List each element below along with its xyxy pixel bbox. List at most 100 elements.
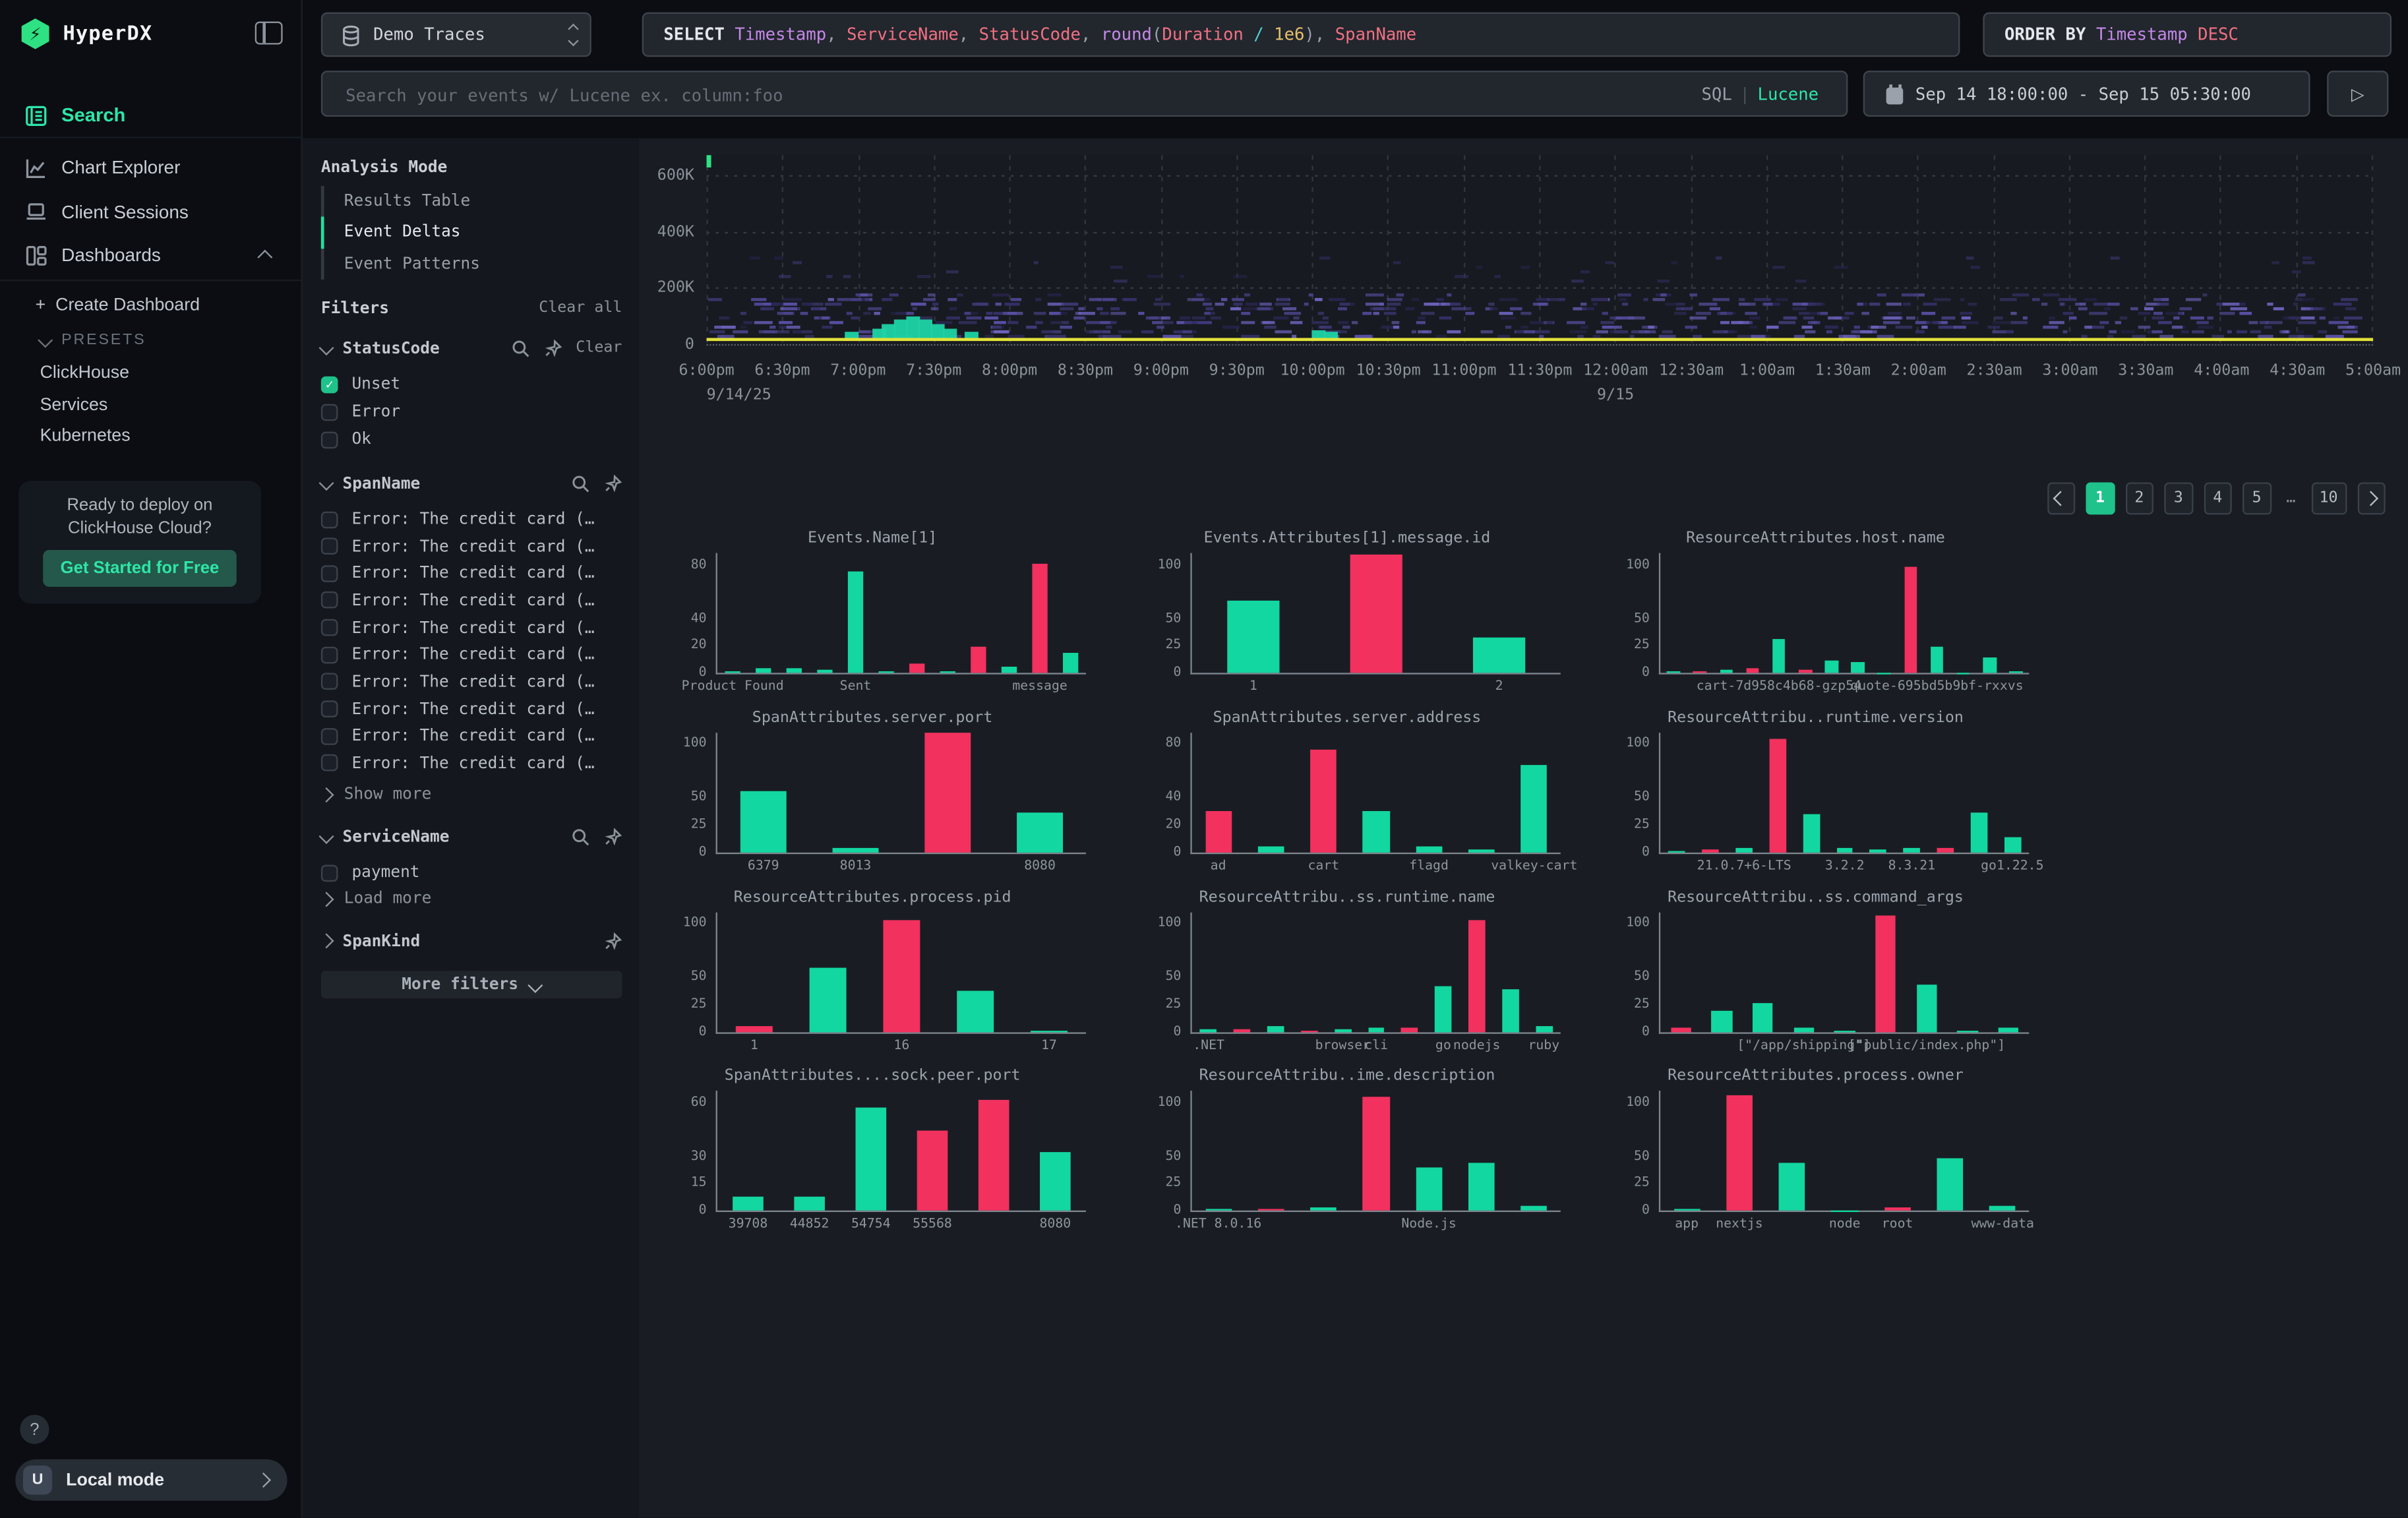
pin-icon[interactable] — [603, 827, 622, 845]
time-range-picker[interactable]: Sep 14 18:00:00 - Sep 15 05:30:00 — [1863, 71, 2310, 117]
run-query-button[interactable]: ▷ — [2327, 71, 2388, 117]
filter-option-error-the-credit-card-[interactable]: Error: The credit card (… — [321, 562, 622, 584]
page-next-button[interactable] — [2357, 482, 2386, 514]
x-tick-label: go1.22.5 — [1981, 858, 2043, 873]
y-axis-label: 200K — [639, 280, 694, 297]
checkbox[interactable]: ✓ — [321, 376, 338, 393]
pin-icon[interactable] — [543, 339, 562, 357]
analysis-mode-event-patterns[interactable]: Event Patterns — [321, 249, 622, 280]
select-query-input[interactable]: SELECT Timestamp, ServiceName, StatusCod… — [642, 13, 1960, 57]
checkbox[interactable] — [321, 431, 338, 448]
language-toggle[interactable]: SQL|Lucene — [1702, 84, 1819, 104]
checkbox[interactable] — [321, 403, 338, 420]
heatmap-cell — [1294, 317, 1300, 320]
heatmap-cell — [1412, 298, 1419, 301]
bar — [1878, 672, 1891, 673]
analysis-mode-results-table[interactable]: Results Table — [321, 186, 622, 217]
heatmap-cell — [2333, 317, 2339, 320]
heatmap-cell — [1243, 307, 1258, 311]
checkbox[interactable] — [321, 646, 338, 663]
heatmap-cell — [710, 330, 725, 334]
search-input[interactable] — [342, 72, 1670, 118]
logo[interactable]: ⚡ HyperDX — [20, 18, 152, 49]
statuscode-section-header[interactable]: StatusCode Clear — [321, 338, 622, 357]
filter-option-error-the-credit-card-[interactable]: Error: The credit card (… — [321, 725, 622, 747]
spankind-section-header[interactable]: SpanKind — [321, 931, 622, 951]
preset-services[interactable]: Services — [40, 396, 108, 414]
checkbox[interactable] — [321, 864, 338, 881]
page-prev-button[interactable] — [2047, 482, 2075, 514]
pin-icon[interactable] — [603, 932, 622, 950]
option-label: Error — [351, 402, 400, 421]
time-range-label: Sep 14 18:00:00 - Sep 15 05:30:00 — [1915, 84, 2251, 104]
filter-option-error-the-credit-card-[interactable]: Error: The credit card (… — [321, 535, 622, 557]
checkbox[interactable] — [321, 592, 338, 609]
filter-option-error-the-credit-card-[interactable]: Error: The credit card (… — [321, 752, 622, 774]
x-axis-label: 9:00pm — [1133, 363, 1189, 380]
page-button-1[interactable]: 1 — [2086, 482, 2114, 514]
sql-toggle[interactable]: SQL — [1702, 84, 1732, 104]
checkbox[interactable] — [321, 511, 338, 528]
query-token: Duration — [1162, 24, 1243, 44]
order-by-input[interactable]: ORDER BY Timestamp DESC — [1983, 13, 2392, 57]
pin-icon[interactable] — [603, 474, 622, 493]
help-button[interactable]: ? — [20, 1414, 49, 1443]
heatmap-cell — [784, 298, 802, 301]
checkbox[interactable] — [321, 619, 338, 636]
create-dashboard-button[interactable]: + Create Dashboard — [36, 297, 200, 315]
spanname-section-header[interactable]: SpanName — [321, 473, 622, 493]
sidebar-collapse-icon[interactable] — [255, 22, 283, 45]
heatmap-cell — [1050, 321, 1062, 324]
load-more-button[interactable]: Load more — [321, 890, 622, 908]
filter-option-error-the-credit-card-[interactable]: Error: The credit card (… — [321, 698, 622, 720]
clear-button[interactable]: Clear — [576, 340, 622, 357]
filter-option-ok[interactable]: Ok — [321, 429, 622, 450]
preset-clickhouse[interactable]: ClickHouse — [40, 364, 130, 382]
analysis-mode-event-deltas[interactable]: Event Deltas — [321, 217, 622, 248]
sidebar-item-client-sessions[interactable]: Client Sessions — [0, 191, 301, 231]
get-started-button[interactable]: Get Started for Free — [43, 550, 237, 587]
filter-option-error-the-credit-card-[interactable]: Error: The credit card (… — [321, 590, 622, 611]
heatmap-cell — [1614, 330, 1629, 334]
x-tick-label: ruby — [1528, 1038, 1559, 1053]
search-icon[interactable] — [572, 474, 590, 493]
page-button-4[interactable]: 4 — [2204, 482, 2232, 514]
clear-all-button[interactable]: Clear all — [539, 299, 622, 318]
heatmap-cell — [2006, 330, 2014, 334]
checkbox[interactable] — [321, 673, 338, 690]
checkbox[interactable] — [321, 700, 338, 717]
y-tick-label: 20 — [661, 638, 707, 653]
filter-option-payment[interactable]: payment — [321, 862, 622, 884]
lucene-toggle[interactable]: Lucene — [1758, 84, 1819, 104]
sidebar-item-chart-explorer[interactable]: Chart Explorer — [0, 148, 301, 188]
sidebar-item-search[interactable]: Search — [0, 95, 301, 135]
presets-toggle[interactable]: PRESETS — [40, 332, 146, 349]
more-filters-button[interactable]: More filters — [321, 971, 622, 998]
filter-option-error-the-credit-card-[interactable]: Error: The credit card (… — [321, 617, 622, 639]
search-icon[interactable] — [511, 339, 529, 357]
x-tick-label: Node.js — [1401, 1217, 1456, 1232]
filter-option-unset[interactable]: ✓Unset — [321, 373, 622, 395]
preset-kubernetes[interactable]: Kubernetes — [40, 427, 131, 446]
checkbox[interactable] — [321, 727, 338, 744]
checkbox[interactable] — [321, 565, 338, 582]
filter-option-error-the-credit-card-[interactable]: Error: The credit card (… — [321, 671, 622, 693]
heatmap-cell — [2115, 321, 2121, 324]
checkbox[interactable] — [321, 755, 338, 772]
search-icon[interactable] — [572, 827, 590, 845]
show-more-button[interactable]: Show more — [321, 785, 622, 803]
heatmap-cell — [2346, 307, 2356, 311]
checkbox[interactable] — [321, 538, 338, 555]
local-mode-menu[interactable]: U Local mode — [15, 1459, 287, 1501]
filter-option-error-the-credit-card-[interactable]: Error: The credit card (… — [321, 508, 622, 530]
filter-option-error[interactable]: Error — [321, 401, 622, 423]
search-input-box[interactable]: SQL|Lucene — [321, 71, 1848, 117]
filter-option-error-the-credit-card-[interactable]: Error: The credit card (… — [321, 644, 622, 666]
page-button-10[interactable]: 10 — [2311, 482, 2347, 514]
sidebar-item-dashboards[interactable]: Dashboards — [0, 235, 301, 275]
page-button-3[interactable]: 3 — [2164, 482, 2192, 514]
page-button-2[interactable]: 2 — [2125, 482, 2153, 514]
page-button-5[interactable]: 5 — [2242, 482, 2271, 514]
source-select[interactable]: Demo Traces — [321, 13, 591, 57]
servicename-section-header[interactable]: ServiceName — [321, 826, 622, 846]
